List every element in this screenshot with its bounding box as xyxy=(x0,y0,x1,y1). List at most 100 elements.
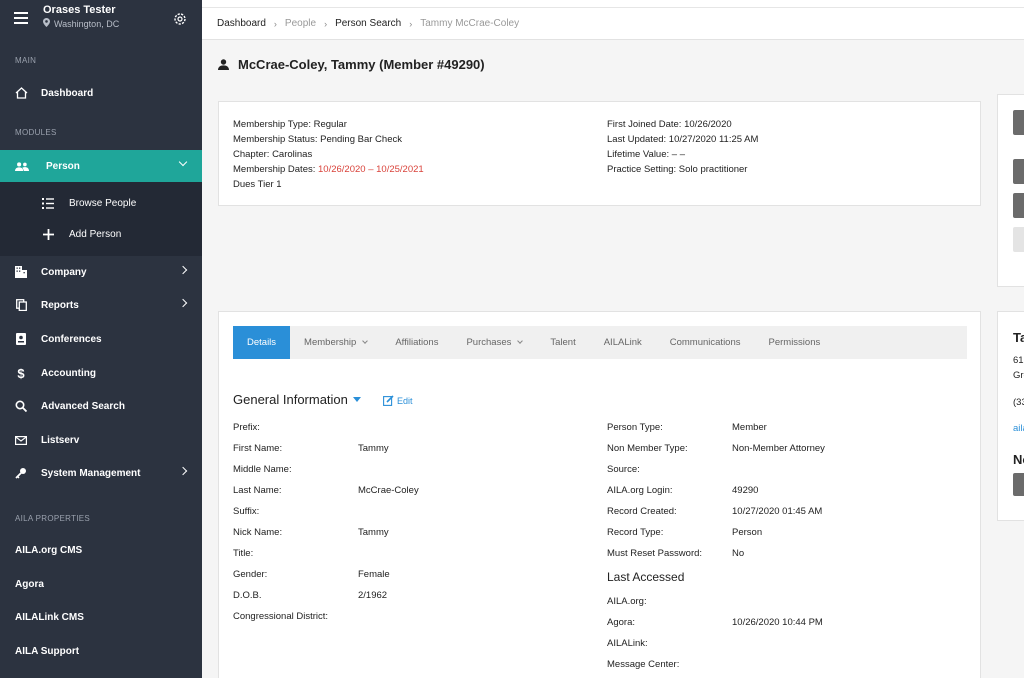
tab-talent[interactable]: Talent xyxy=(536,326,589,359)
edit-icon xyxy=(383,395,394,406)
field-value-record-type: Person xyxy=(732,527,763,538)
tab-details[interactable]: Details xyxy=(233,326,291,359)
action-button[interactable] xyxy=(1013,227,1024,252)
last-updated: Last Updated: 10/27/2020 11:25 AM xyxy=(607,134,759,145)
field-value-non-member-type: Non-Member Attorney xyxy=(732,443,825,454)
field-value-dob: 2/1962 xyxy=(358,590,388,601)
menu-icon[interactable] xyxy=(14,12,28,24)
field-label-first-name: First Name: xyxy=(233,443,283,454)
chevron-down-icon xyxy=(517,338,524,344)
membership-summary-card: Membership Type: Regular Membership Stat… xyxy=(218,101,981,206)
field-label-record-created: Record Created: xyxy=(607,506,677,517)
field-value-person-type: Member xyxy=(732,422,767,433)
field-label-last-name: Last Name: xyxy=(233,485,282,496)
property-link-agora[interactable]: Agora xyxy=(15,579,44,590)
membership-dates: Membership Dates: 10/26/2020 – 10/25/202… xyxy=(233,164,424,175)
person-icon xyxy=(218,59,229,70)
tab-membership[interactable]: Membership xyxy=(290,326,381,359)
topbar xyxy=(202,0,1024,8)
contact-link[interactable]: aila xyxy=(1013,423,1024,434)
sidebar-item-advanced-search[interactable]: Advanced Search xyxy=(0,390,202,422)
sidebar-item-accounting[interactable]: $ Accounting xyxy=(0,357,202,389)
search-icon xyxy=(14,399,28,413)
sidebar-item-add-person[interactable]: Add Person xyxy=(0,219,202,249)
field-label-middle-name: Middle Name: xyxy=(233,464,292,475)
section-label-modules: MODULES xyxy=(15,128,57,137)
dues-tier: Dues Tier 1 xyxy=(233,179,282,190)
page-title: McCrae-Coley, Tammy (Member #49290) xyxy=(218,57,485,72)
field-label-non-member-type: Non Member Type: xyxy=(607,443,688,454)
sidebar-item-reports[interactable]: Reports xyxy=(0,289,202,321)
caret-down-icon xyxy=(352,397,361,402)
field-label-prefix: Prefix: xyxy=(233,422,260,433)
field-value-nick-name: Tammy xyxy=(358,527,389,538)
action-button[interactable] xyxy=(1013,193,1024,218)
gear-icon[interactable] xyxy=(173,12,187,26)
chevron-right-icon xyxy=(178,298,188,308)
first-joined-date: First Joined Date: 10/26/2020 xyxy=(607,119,732,130)
field-label-agora: Agora: xyxy=(607,617,635,628)
sidebar-item-system-management[interactable]: System Management xyxy=(0,457,202,489)
list-icon xyxy=(41,197,55,209)
mail-icon xyxy=(14,433,28,447)
breadcrumb-dashboard[interactable]: Dashboard xyxy=(217,18,266,29)
tab-purchases[interactable]: Purchases xyxy=(452,326,536,359)
sidebar-item-company[interactable]: Company xyxy=(0,256,202,288)
membership-status: Membership Status: Pending Bar Check xyxy=(233,134,402,145)
details-card: Details Membership Affiliations Purchase… xyxy=(218,311,981,678)
breadcrumb-people[interactable]: People xyxy=(285,18,316,29)
membership-type: Membership Type: Regular xyxy=(233,119,347,130)
field-value-aila-login: 49290 xyxy=(732,485,759,496)
chevron-down-icon xyxy=(178,157,188,167)
field-label-congressional-district: Congressional District: xyxy=(233,611,329,622)
edit-button[interactable]: Edit xyxy=(383,395,413,406)
contact-card: Ta 61 Gre (33 aila No xyxy=(997,311,1024,521)
action-button[interactable] xyxy=(1013,110,1024,135)
tab-communications[interactable]: Communications xyxy=(656,326,755,359)
breadcrumb-separator-icon: › xyxy=(324,18,328,29)
practice-setting: Practice Setting: Solo practitioner xyxy=(607,164,748,175)
sidebar: Orases Tester Washington, DC MAIN Dashbo… xyxy=(0,0,202,678)
field-label-person-type: Person Type: xyxy=(607,422,663,433)
breadcrumb-separator-icon: › xyxy=(273,18,277,29)
sidebar-item-dashboard[interactable]: Dashboard xyxy=(0,77,202,109)
tab-permissions[interactable]: Permissions xyxy=(755,326,835,359)
tab-affiliations[interactable]: Affiliations xyxy=(381,326,452,359)
section-label-properties: AILA PROPERTIES xyxy=(15,514,91,523)
sidebar-item-person[interactable]: Person xyxy=(0,150,202,182)
location-pin-icon xyxy=(43,18,50,29)
dollar-icon: $ xyxy=(17,365,25,381)
field-value-last-name: McCrae-Coley xyxy=(358,485,419,496)
last-accessed-title: Last Accessed xyxy=(607,570,685,584)
sidebar-item-browse-people[interactable]: Browse People xyxy=(0,188,202,218)
general-information-title[interactable]: General Information xyxy=(233,392,361,407)
contact-card-header: Ta xyxy=(1013,330,1024,345)
copy-icon xyxy=(14,298,28,312)
tab-ailalink[interactable]: AILALink xyxy=(590,326,656,359)
field-label-gender: Gender: xyxy=(233,569,268,580)
notes-button[interactable] xyxy=(1013,473,1024,496)
lifetime-value: Lifetime Value: – – xyxy=(607,149,685,160)
contact-address-line: Gre xyxy=(1013,370,1024,381)
field-value-first-name: Tammy xyxy=(358,443,389,454)
field-value-record-created: 10/27/2020 01:45 AM xyxy=(732,506,823,517)
building-icon xyxy=(14,265,28,279)
field-label-title: Title: xyxy=(233,548,254,559)
property-link-aila-cms[interactable]: AILA.org CMS xyxy=(15,545,82,556)
sidebar-item-listserv[interactable]: Listserv xyxy=(0,424,202,456)
property-link-aila-support[interactable]: AILA Support xyxy=(15,646,79,657)
breadcrumb-separator-icon: › xyxy=(409,18,413,29)
field-label-dob: D.O.B. xyxy=(233,590,262,601)
field-label-ailalink: AILALink: xyxy=(607,638,648,649)
field-value-gender: Female xyxy=(358,569,390,580)
notes-header: No xyxy=(1013,452,1024,467)
sidebar-item-conferences[interactable]: Conferences xyxy=(0,323,202,355)
action-button[interactable] xyxy=(1013,159,1024,184)
property-link-ailalink-cms[interactable]: AILALink CMS xyxy=(15,612,84,623)
sidebar-header: Orases Tester Washington, DC xyxy=(0,0,202,40)
user-location: Washington, DC xyxy=(43,18,119,29)
field-label-source: Source: xyxy=(607,464,640,475)
plus-icon xyxy=(41,228,55,240)
contact-phone: (33 xyxy=(1013,397,1024,408)
breadcrumb-person-search[interactable]: Person Search xyxy=(335,18,401,29)
